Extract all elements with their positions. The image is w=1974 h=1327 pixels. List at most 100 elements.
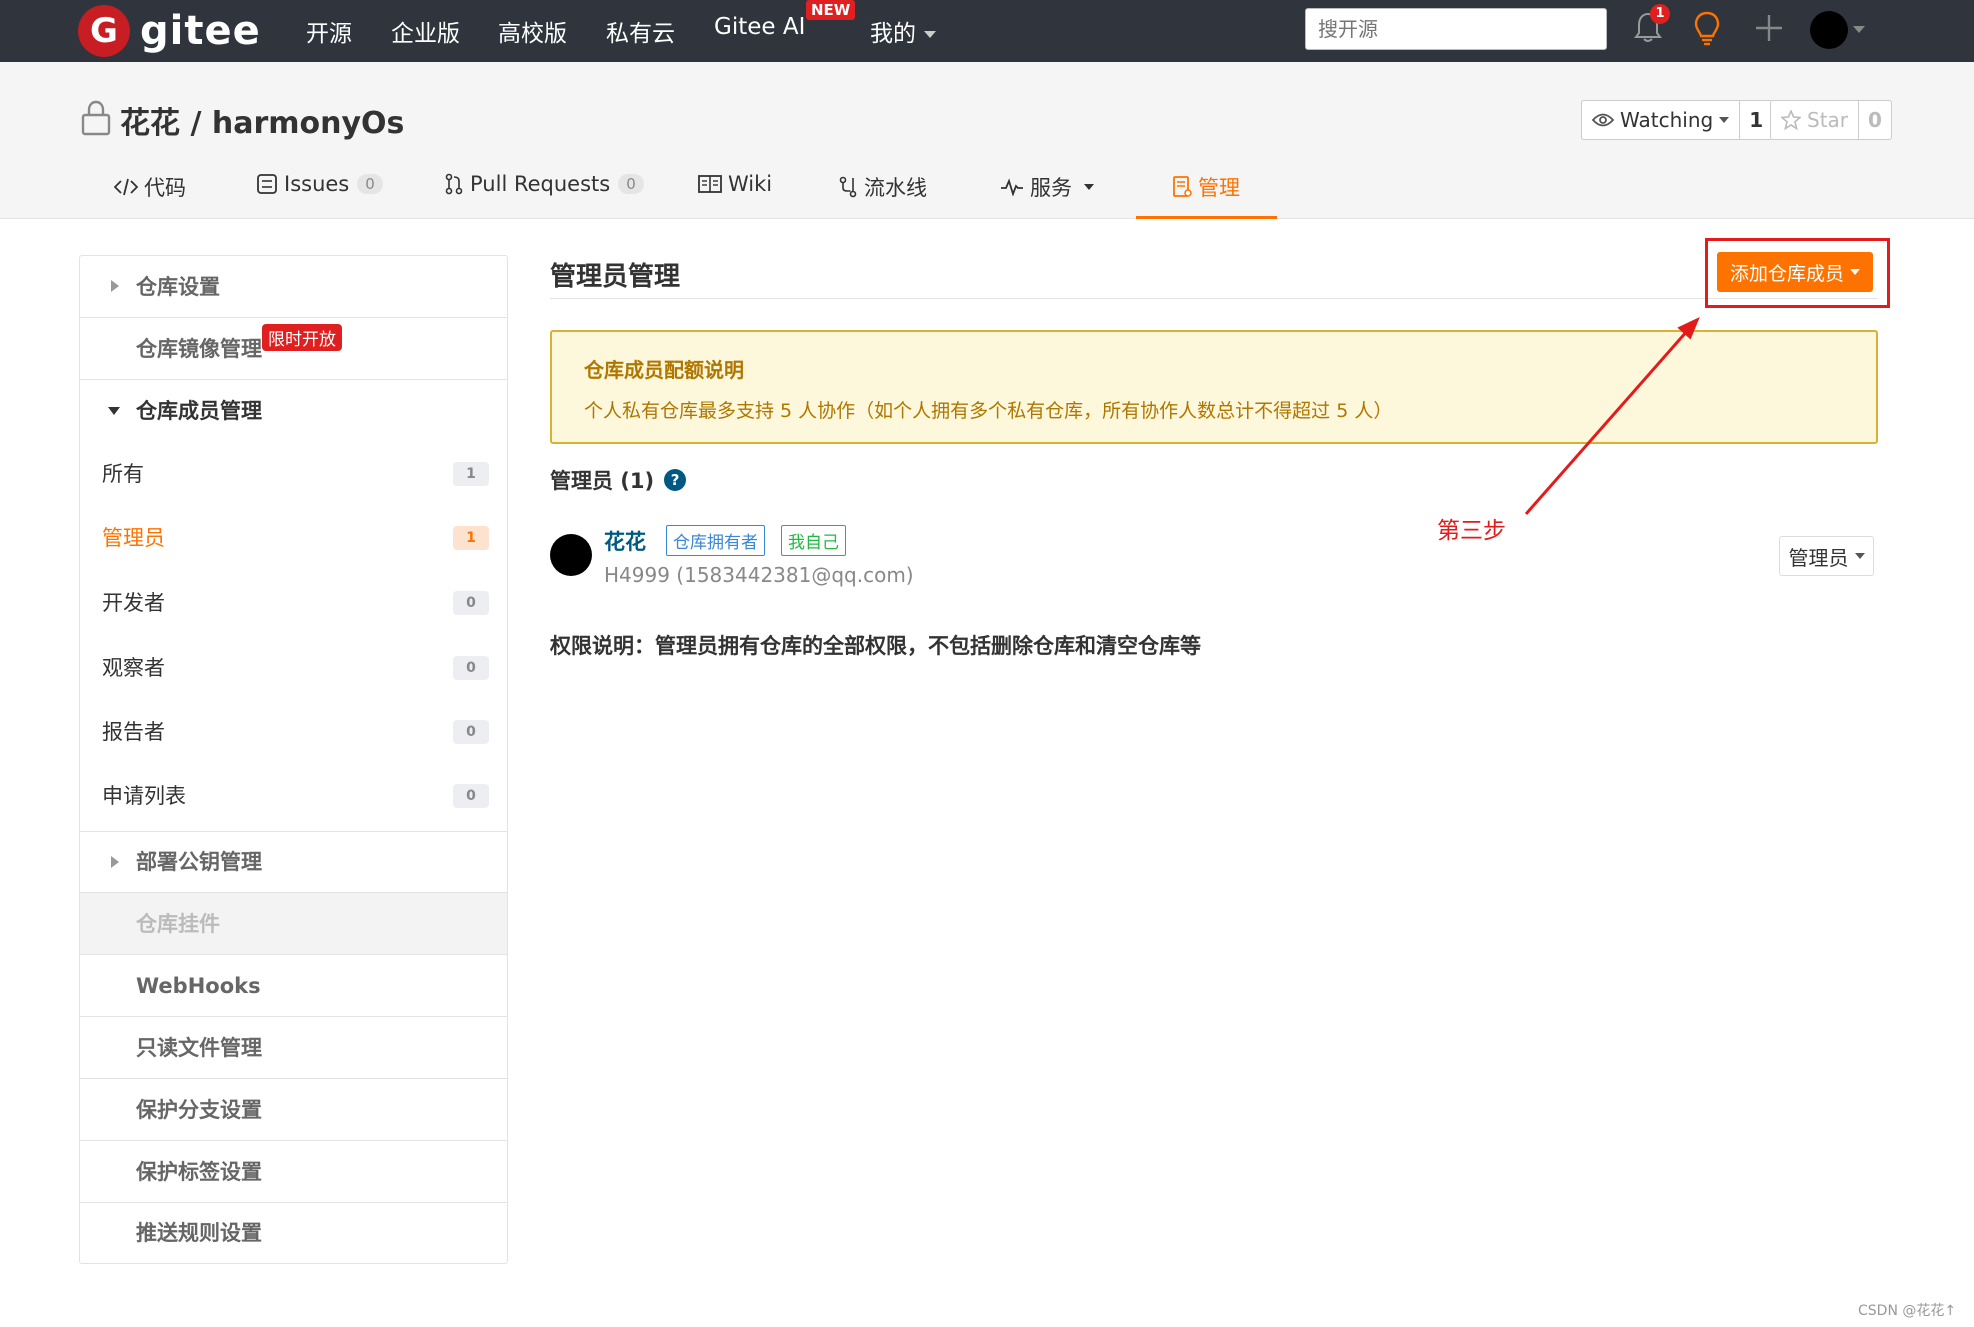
sidebar-push-rules[interactable]: 推送规则设置 [80,1203,507,1263]
admins-section-label: 管理员 (1) ? [550,465,687,495]
watch-label: Watching [1620,108,1714,132]
tab-manage[interactable]: 管理 [1172,172,1240,202]
title-divider [550,298,1878,299]
top-navbar: G gitee 开源 企业版 高校版 私有云 Gitee AI NEW 我的 1 [0,0,1974,62]
notification-badge: 1 [1650,4,1670,24]
gitee-logo-text: gitee [140,8,261,54]
manage-icon [1173,176,1192,197]
member-account: H4999 (1583442381@qq.com) [604,563,914,587]
member-avatar[interactable] [550,534,592,576]
caret-down-icon [108,407,120,415]
pull-request-icon [445,173,463,195]
pulse-icon [1001,178,1023,196]
sidebar-deploy-keys[interactable]: 部署公钥管理 [80,832,507,893]
sidebar-repo-settings-label: 仓库设置 [136,275,220,299]
chevron-down-icon [1084,184,1094,190]
tab-pull-requests[interactable]: Pull Requests 0 [444,172,644,196]
tab-pull-requests-count: 0 [618,174,644,194]
sidebar-member-management-label: 仓库成员管理 [136,399,262,423]
star-count[interactable]: 0 [1859,101,1891,139]
star-button-group[interactable]: Star 0 [1770,100,1892,140]
new-badge: NEW [806,0,856,20]
self-tag: 我自己 [781,525,846,556]
tab-manage-label: 管理 [1198,176,1240,200]
nav-university[interactable]: 高校版 [498,14,567,48]
nav-private-cloud[interactable]: 私有云 [606,14,675,48]
search-input[interactable] [1305,8,1607,50]
tab-pipeline-label: 流水线 [864,176,927,200]
owner-tag: 仓库拥有者 [666,525,765,556]
quota-notice: 仓库成员配额说明 个人私有仓库最多支持 5 人协作（如个人拥有多个私有仓库，所有… [550,330,1878,444]
nav-gitee-ai[interactable]: Gitee AI [714,14,805,40]
annotation-highlight-box [1705,238,1890,308]
tab-code[interactable]: 代码 [114,172,186,202]
sidebar-item-label: 管理员 [102,526,165,550]
nav-mine-label: 我的 [870,21,916,47]
sidebar-item-count: 0 [453,656,489,680]
sidebar-item-all[interactable]: 所有 1 [80,442,507,506]
sidebar-readonly-files-label: 只读文件管理 [136,1036,262,1060]
sidebar-repo-settings[interactable]: 仓库设置 [80,256,507,318]
sidebar-item-reporters[interactable]: 报告者 0 [80,700,507,764]
sidebar-item-label: 申请列表 [102,784,186,808]
member-name[interactable]: 花花 [604,526,646,556]
star-button[interactable]: Star [1771,101,1860,139]
sidebar-item-observers[interactable]: 观察者 0 [80,636,507,700]
sidebar-item-count: 0 [453,720,489,744]
notice-title: 仓库成员配额说明 [584,358,744,382]
permission-note: 权限说明：管理员拥有仓库的全部权限，不包括删除仓库和清空仓库等 [550,634,1201,658]
user-avatar[interactable] [1810,11,1848,49]
tab-services-label: 服务 [1030,176,1072,200]
book-icon [698,175,722,193]
star-label: Star [1807,108,1849,132]
sidebar-item-count: 1 [453,526,489,550]
eye-icon [1592,113,1614,127]
role-dropdown[interactable]: 管理员 [1779,536,1874,576]
sidebar-protected-tags[interactable]: 保护标签设置 [80,1141,507,1203]
sidebar-webhooks[interactable]: WebHooks [80,955,507,1017]
gitee-logo[interactable]: G gitee [78,5,261,57]
sidebar-item-developers[interactable]: 开发者 0 [80,570,507,636]
lightbulb-icon[interactable] [1693,10,1721,46]
sidebar-item-admins[interactable]: 管理员 1 [80,506,507,570]
star-icon [1781,110,1801,130]
sidebar-item-label: 观察者 [102,656,165,680]
annotation-step-label: 第三步 [1437,518,1506,544]
page-title: 管理员管理 [550,262,681,292]
sidebar-item-label: 开发者 [102,591,165,615]
sidebar-member-management[interactable]: 仓库成员管理 [80,380,507,442]
role-dropdown-value: 管理员 [1788,545,1849,570]
plus-icon[interactable] [1754,10,1784,46]
chevron-down-icon[interactable] [1853,26,1865,33]
sidebar-push-rules-label: 推送规则设置 [136,1221,262,1245]
admins-count-label: 管理员 (1) [550,469,655,493]
help-icon[interactable]: ? [664,469,687,491]
watch-button[interactable]: Watching [1582,101,1741,139]
sidebar-repo-plugins-label: 仓库挂件 [136,912,220,936]
repo-title[interactable]: 花花 / harmonyOs [120,98,404,142]
sidebar-item-applications[interactable]: 申请列表 0 [80,764,507,832]
watch-button-group[interactable]: Watching 1 [1581,100,1774,140]
sidebar-readonly-files[interactable]: 只读文件管理 [80,1017,507,1079]
sidebar-mirror-management-label: 仓库镜像管理 [136,337,262,361]
caret-right-icon [111,280,119,292]
nav-open-source[interactable]: 开源 [306,14,352,48]
nav-enterprise[interactable]: 企业版 [391,14,460,48]
tab-services[interactable]: 服务 [1000,172,1094,202]
issues-icon [257,174,277,194]
sidebar-item-count: 1 [453,462,489,486]
sidebar-repo-plugins: 仓库挂件 [80,893,507,955]
watch-count[interactable]: 1 [1740,101,1772,139]
gitee-logo-icon: G [78,5,130,57]
tab-issues[interactable]: Issues 0 [256,172,383,196]
limited-time-badge: 限时开放 [262,324,342,351]
pipeline-icon [839,176,857,198]
notice-body: 个人私有仓库最多支持 5 人协作（如个人拥有多个私有仓库，所有协作人数总计不得超… [584,400,1393,422]
sidebar-item-label: 所有 [102,462,144,486]
tab-pipeline[interactable]: 流水线 [838,172,927,202]
chevron-down-icon [1854,553,1865,559]
nav-mine[interactable]: 我的 [870,14,936,48]
tab-wiki[interactable]: Wiki [698,172,772,196]
sidebar-protected-branches[interactable]: 保护分支设置 [80,1079,507,1141]
active-tab-indicator [1136,216,1277,219]
